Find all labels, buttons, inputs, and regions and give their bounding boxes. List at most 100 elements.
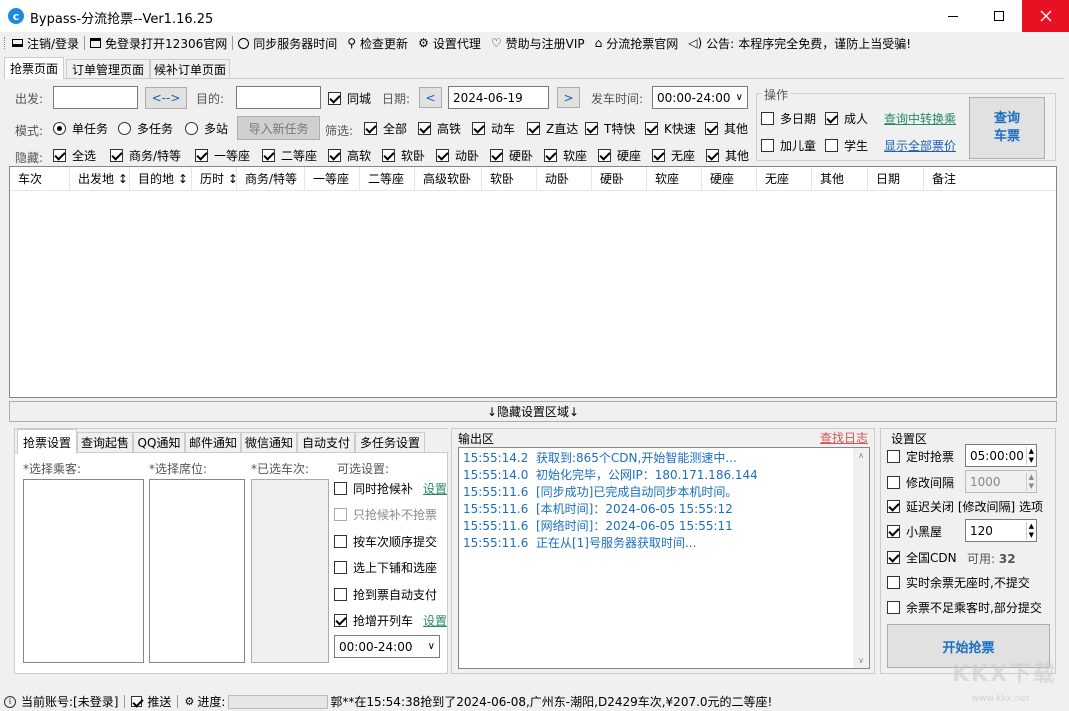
- tab-ticket-page[interactable]: 抢票页面: [4, 57, 64, 79]
- option-checkbox-2[interactable]: 按车次顺序提交: [334, 532, 437, 550]
- option-checkbox-5[interactable]: 抢增开列车 设置: [334, 612, 447, 630]
- depart-time-select[interactable]: 00:00-24:00 ∨: [652, 86, 748, 109]
- hide-checkbox-3[interactable]: 二等座: [262, 146, 317, 164]
- column-header[interactable]: 备注: [924, 167, 1037, 191]
- column-header[interactable]: 动卧: [537, 166, 592, 191]
- column-header[interactable]: 硬卧: [592, 166, 647, 191]
- blackroom-input[interactable]: 120 ▲ ▼: [965, 519, 1037, 542]
- column-header[interactable]: 历时 ↕: [192, 166, 237, 191]
- settings-tab-3[interactable]: 邮件通知: [185, 432, 241, 453]
- filter-checkbox-4[interactable]: T特快: [585, 119, 635, 137]
- same-city-checkbox[interactable]: 同城: [328, 89, 371, 107]
- column-header[interactable]: 车次: [10, 166, 70, 191]
- hide-checkbox-0[interactable]: 全选: [53, 146, 96, 164]
- toolbar-vip[interactable]: ♡ 赞助与注册VIP: [491, 35, 585, 52]
- minimize-button[interactable]: [930, 0, 976, 32]
- from-input[interactable]: [53, 86, 138, 109]
- column-header[interactable]: 商务/特等: [237, 166, 305, 191]
- option-checkbox-1[interactable]: 只抢候补不抢票: [334, 506, 437, 524]
- cdn-checkbox[interactable]: 全国CDN: [887, 548, 957, 566]
- query-tickets-button[interactable]: 查询 车票: [969, 97, 1045, 159]
- seat-list[interactable]: [149, 479, 245, 663]
- partial-submit-checkbox[interactable]: 余票不足乘客时,部分提交: [887, 598, 1042, 616]
- timed-input[interactable]: 05:00:00 ▲ ▼: [965, 444, 1037, 467]
- hide-checkbox-4[interactable]: 高软: [328, 146, 371, 164]
- swap-button[interactable]: <-->: [145, 87, 187, 109]
- hide-checkbox-5[interactable]: 软卧: [382, 146, 425, 164]
- column-header[interactable]: 目的地 ↕: [130, 166, 192, 191]
- mode-multi-radio[interactable]: 多任务: [118, 119, 173, 137]
- toolbar-check-update[interactable]: ⚲ 检查更新: [347, 35, 408, 52]
- hide-checkbox-8[interactable]: 软座: [544, 146, 587, 164]
- train-list[interactable]: [251, 479, 329, 663]
- hide-checkbox-11[interactable]: 其他: [706, 146, 749, 164]
- toolbar-login[interactable]: 注销/登录: [12, 35, 79, 52]
- show-prices-link[interactable]: 显示全部票价: [884, 137, 956, 154]
- toolbar-proxy[interactable]: ⚙ 设置代理: [418, 35, 481, 52]
- maximize-button[interactable]: [976, 0, 1022, 32]
- delay-close-checkbox[interactable]: 延迟关闭 [修改间隔] 选项: [887, 497, 1043, 515]
- interval-input[interactable]: 1000 ▲ ▼: [965, 470, 1037, 493]
- settings-tab-0[interactable]: 抢票设置: [17, 429, 77, 454]
- filter-checkbox-1[interactable]: 高铁: [418, 119, 461, 137]
- tab-order-page[interactable]: 订单管理页面: [66, 59, 150, 79]
- push-checkbox[interactable]: [131, 696, 143, 707]
- settings-tab-5[interactable]: 自动支付: [297, 432, 355, 453]
- column-header[interactable]: 无座: [757, 166, 812, 191]
- log-scrollbar[interactable]: ∧ ∨: [853, 448, 869, 668]
- filter-checkbox-2[interactable]: 动车: [472, 119, 515, 137]
- interval-checkbox[interactable]: 修改间隔: [887, 473, 954, 491]
- timed-checkbox[interactable]: 定时抢票: [887, 447, 954, 465]
- toolbar-website[interactable]: ⌂ 分流抢票官网: [595, 35, 679, 52]
- column-header[interactable]: 软座: [647, 166, 702, 191]
- next-date-button[interactable]: >: [557, 87, 580, 108]
- hide-checkbox-6[interactable]: 动卧: [436, 146, 479, 164]
- date-input[interactable]: 2024-06-19: [448, 86, 549, 109]
- extra-train-time-select[interactable]: 00:00-24:00 ∨: [334, 635, 440, 658]
- tab-waitlist-page[interactable]: 候补订单页面: [150, 59, 230, 79]
- toolbar-sync-time[interactable]: 同步服务器时间: [238, 35, 337, 52]
- column-header[interactable]: 软卧: [482, 166, 537, 191]
- column-header[interactable]: 其他: [812, 166, 868, 191]
- option-settings-link[interactable]: 设置: [423, 612, 447, 629]
- mode-single-radio[interactable]: 单任务: [53, 119, 108, 137]
- column-header[interactable]: 高级软卧: [415, 166, 482, 191]
- student-checkbox[interactable]: 学生: [825, 136, 868, 154]
- filter-checkbox-3[interactable]: Z直达: [527, 119, 578, 137]
- hide-checkbox-9[interactable]: 硬座: [598, 146, 641, 164]
- column-header[interactable]: 一等座: [305, 166, 360, 191]
- no-seat-checkbox[interactable]: 实时余票无座时,不提交: [887, 573, 1030, 591]
- settings-tab-1[interactable]: 查询起售: [77, 432, 133, 453]
- filter-checkbox-6[interactable]: 其他: [705, 119, 748, 137]
- settings-tab-4[interactable]: 微信通知: [241, 432, 297, 453]
- settings-tab-6[interactable]: 多任务设置: [355, 432, 425, 453]
- child-checkbox[interactable]: 加儿童: [761, 136, 816, 154]
- column-header[interactable]: 硬座: [702, 166, 757, 191]
- find-log-link[interactable]: 查找日志: [820, 429, 868, 446]
- prev-date-button[interactable]: <: [419, 87, 442, 108]
- option-checkbox-4[interactable]: 抢到票自动支付: [334, 585, 437, 603]
- settings-tab-2[interactable]: QQ通知: [133, 432, 185, 453]
- filter-checkbox-5[interactable]: K快速: [645, 119, 696, 137]
- import-task-button[interactable]: 导入新任务: [237, 116, 320, 140]
- to-input[interactable]: [236, 86, 321, 109]
- option-settings-link[interactable]: 设置: [423, 480, 447, 497]
- column-header[interactable]: 出发地 ↕: [70, 166, 130, 191]
- column-header[interactable]: 日期: [868, 166, 924, 191]
- multi-date-checkbox[interactable]: 多日期: [761, 109, 816, 127]
- transfer-link[interactable]: 查询中转换乘: [884, 110, 956, 127]
- filter-checkbox-0[interactable]: 全部: [364, 119, 407, 137]
- column-header[interactable]: 二等座: [360, 166, 415, 191]
- option-checkbox-0[interactable]: 同时抢候补 设置: [334, 479, 447, 497]
- close-button[interactable]: [1022, 0, 1069, 32]
- hide-settings-toggle[interactable]: ↓隐藏设置区域↓: [9, 401, 1057, 422]
- toolbar-open-12306[interactable]: 免登录打开12306官网: [90, 35, 227, 52]
- hide-checkbox-10[interactable]: 无座: [652, 146, 695, 164]
- passenger-list[interactable]: [23, 479, 144, 663]
- hide-checkbox-1[interactable]: 商务/特等: [110, 146, 181, 164]
- hide-checkbox-7[interactable]: 硬卧: [490, 146, 533, 164]
- blackroom-checkbox[interactable]: 小黑屋: [887, 522, 942, 540]
- mode-station-radio[interactable]: 多站: [185, 119, 228, 137]
- adult-checkbox[interactable]: 成人: [825, 109, 868, 127]
- option-checkbox-3[interactable]: 选上下铺和选座: [334, 559, 437, 577]
